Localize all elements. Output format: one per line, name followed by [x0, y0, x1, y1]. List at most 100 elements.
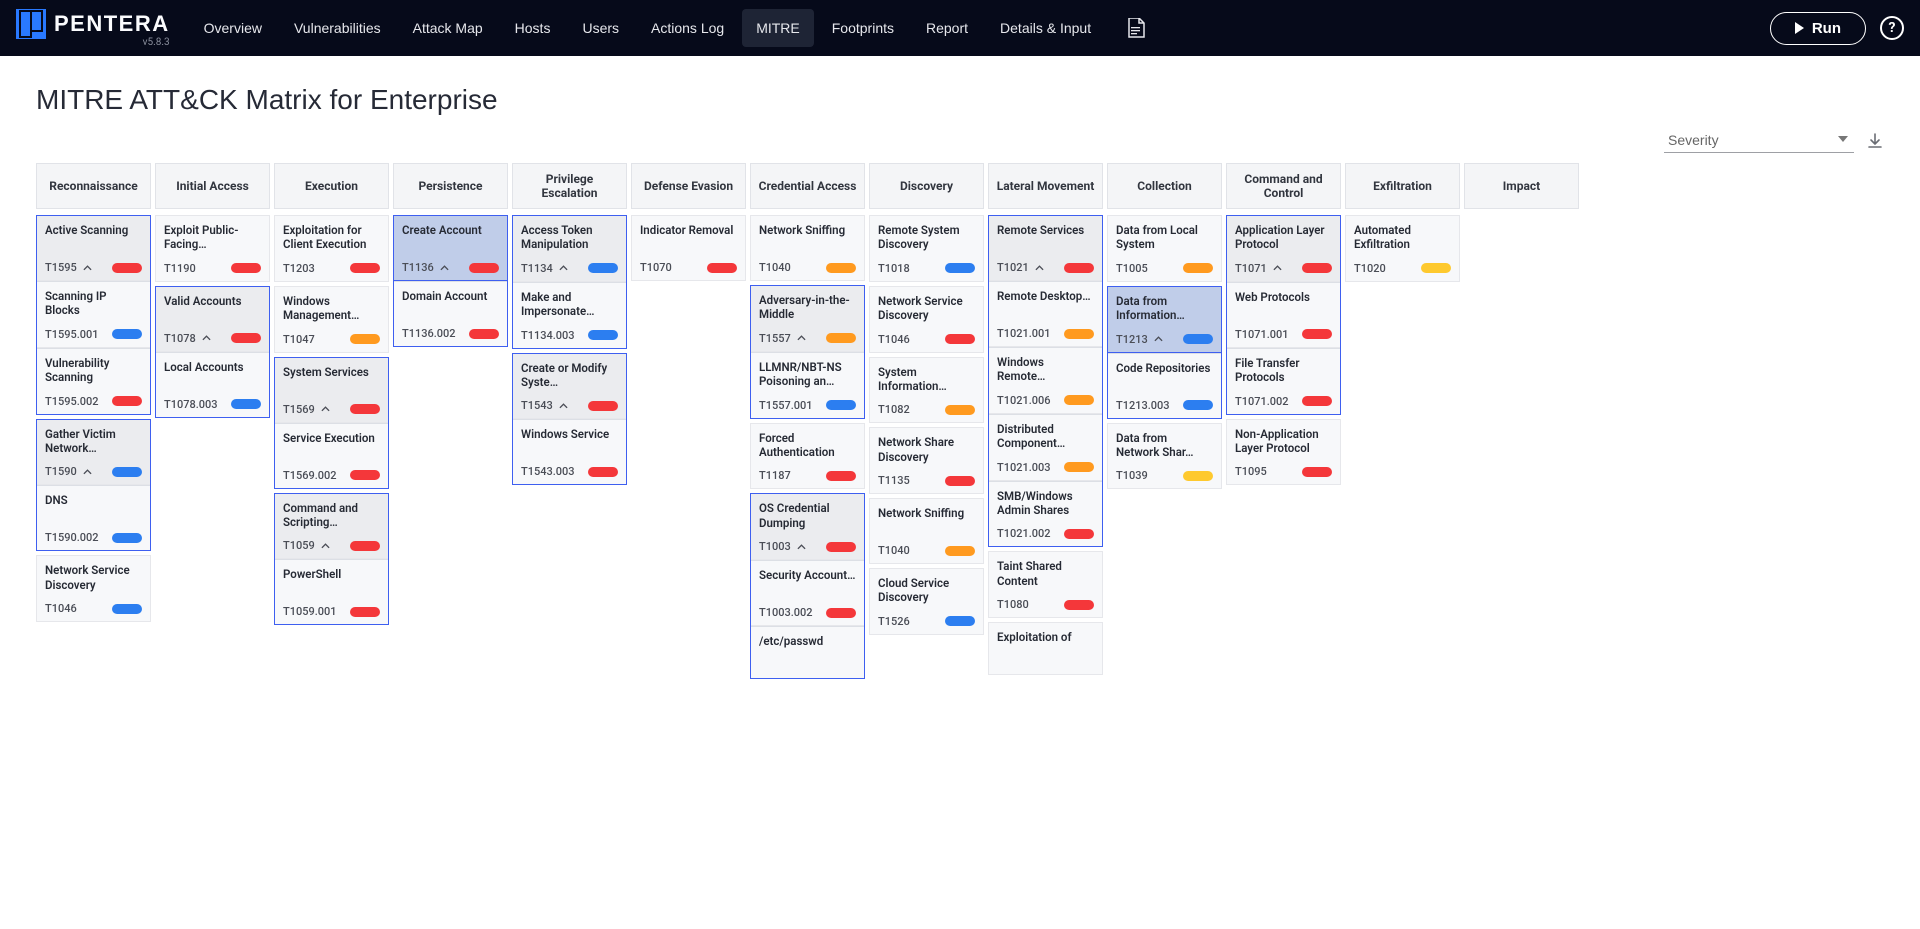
- column-header: Impact: [1464, 163, 1579, 209]
- technique-card[interactable]: Local AccountsT1078.003: [156, 352, 269, 417]
- technique-card[interactable]: Adversary-in-the-MiddleT1557: [751, 286, 864, 352]
- technique-card[interactable]: /etc/passwd: [751, 626, 864, 678]
- technique-title: Create or Modify Syste…: [521, 361, 618, 390]
- technique-card[interactable]: Command and Scripting…T1059: [275, 494, 388, 560]
- technique-card[interactable]: Distributed Component…T1021.003: [989, 414, 1102, 481]
- technique-card[interactable]: Data from Network Shar…T1039: [1107, 423, 1222, 490]
- technique-card[interactable]: Network Share DiscoveryT1135: [869, 427, 984, 494]
- technique-card[interactable]: Active ScanningT1595: [37, 216, 150, 281]
- column-initial-access: Initial AccessExploit Public-Facing…T119…: [155, 163, 270, 679]
- technique-card[interactable]: Data from Information…T1213: [1108, 287, 1221, 353]
- cards: Access Token ManipulationT1134Make and I…: [512, 215, 627, 485]
- download-icon[interactable]: [1866, 132, 1884, 150]
- technique-card[interactable]: Service ExecutionT1569.002: [275, 423, 388, 488]
- technique-card[interactable]: Windows Management…T1047: [274, 286, 389, 353]
- technique-card[interactable]: Automated ExfiltrationT1020: [1345, 215, 1460, 282]
- technique-title: Local Accounts: [164, 360, 261, 388]
- technique-title: Network Sniffing: [878, 506, 975, 534]
- chevron-up-icon[interactable]: [321, 541, 330, 550]
- technique-card[interactable]: LLMNR/NBT-NS Poisoning an…T1557.001: [751, 352, 864, 418]
- technique-card[interactable]: Valid AccountsT1078: [156, 287, 269, 352]
- technique-card[interactable]: Application Layer ProtocolT1071: [1227, 216, 1340, 282]
- technique-card[interactable]: PowerShellT1059.001: [275, 559, 388, 624]
- technique-card[interactable]: Create AccountT1136: [394, 216, 507, 281]
- nav-item-footprints[interactable]: Footprints: [818, 9, 908, 47]
- nav-item-actions-log[interactable]: Actions Log: [637, 9, 738, 47]
- technique-card[interactable]: Forced AuthenticationT1187: [750, 423, 865, 490]
- technique-card[interactable]: Make and Impersonate…T1134.003: [513, 282, 626, 348]
- technique-card[interactable]: Remote Desktop…T1021.001: [989, 281, 1102, 347]
- technique-card[interactable]: Exploitation for Client ExecutionT1203: [274, 215, 389, 282]
- chevron-up-icon[interactable]: [202, 334, 211, 343]
- technique-card[interactable]: Domain AccountT1136.002: [394, 281, 507, 346]
- technique-card[interactable]: Remote System DiscoveryT1018: [869, 215, 984, 282]
- severity-pill: [588, 263, 618, 273]
- column-collection: CollectionData from Local SystemT1005Dat…: [1107, 163, 1222, 679]
- logo[interactable]: PENTERA: [16, 9, 170, 39]
- technique-card[interactable]: System Information…T1082: [869, 357, 984, 424]
- technique-card[interactable]: Data from Local SystemT1005: [1107, 215, 1222, 282]
- technique-card[interactable]: Non-Application Layer ProtocolT1095: [1226, 419, 1341, 486]
- chevron-up-icon[interactable]: [1154, 335, 1163, 344]
- run-button[interactable]: Run: [1770, 12, 1866, 45]
- technique-card[interactable]: Code RepositoriesT1213.003: [1108, 353, 1221, 418]
- technique-card[interactable]: Network Service DiscoveryT1046: [36, 555, 151, 622]
- technique-id: T1213: [1116, 333, 1148, 346]
- technique-id: T1071.001: [1235, 328, 1289, 341]
- chevron-up-icon[interactable]: [321, 405, 330, 414]
- chevron-up-icon[interactable]: [1273, 264, 1282, 273]
- technique-card[interactable]: OS Credential DumpingT1003: [751, 494, 864, 560]
- technique-card[interactable]: System ServicesT1569: [275, 358, 388, 423]
- chevron-up-icon[interactable]: [797, 542, 806, 551]
- chevron-up-icon[interactable]: [83, 263, 92, 272]
- technique-card[interactable]: Windows Remote…T1021.006: [989, 347, 1102, 414]
- nav-item-details-input[interactable]: Details & Input: [986, 9, 1105, 47]
- matrix-scroll[interactable]: ReconnaissanceActive ScanningT1595Scanni…: [36, 163, 1884, 906]
- technique-card[interactable]: Access Token ManipulationT1134: [513, 216, 626, 282]
- technique-id: T1070: [640, 261, 672, 274]
- technique-card[interactable]: Exploit Public-Facing…T1190: [155, 215, 270, 282]
- technique-card[interactable]: Create or Modify Syste…T1543: [513, 354, 626, 420]
- technique-card[interactable]: File Transfer ProtocolsT1071.002: [1227, 348, 1340, 414]
- nav-item-mitre[interactable]: MITRE: [742, 9, 814, 47]
- nav-item-users[interactable]: Users: [568, 9, 633, 47]
- technique-card[interactable]: Cloud Service DiscoveryT1526: [869, 568, 984, 635]
- technique-card[interactable]: SMB/Windows Admin SharesT1021.002: [989, 481, 1102, 547]
- chevron-up-icon[interactable]: [559, 401, 568, 410]
- chevron-up-icon[interactable]: [83, 467, 92, 476]
- severity-pill: [1183, 334, 1213, 344]
- chevron-up-icon[interactable]: [440, 263, 449, 272]
- technique-card[interactable]: Indicator RemovalT1070: [631, 215, 746, 281]
- nav-item-overview[interactable]: Overview: [190, 9, 276, 47]
- card-footer: T1136: [402, 261, 499, 274]
- technique-card[interactable]: Remote ServicesT1021: [989, 216, 1102, 281]
- nav-item-hosts[interactable]: Hosts: [501, 9, 565, 47]
- nav-item-attack-map[interactable]: Attack Map: [399, 9, 497, 47]
- technique-card[interactable]: Exploitation of: [988, 622, 1103, 675]
- chevron-up-icon[interactable]: [559, 264, 568, 273]
- technique-card[interactable]: Network SniffingT1040: [750, 215, 865, 281]
- help-icon[interactable]: ?: [1880, 16, 1904, 40]
- technique-card[interactable]: Network SniffingT1040: [869, 498, 984, 564]
- technique-id: T1590.002: [45, 531, 99, 544]
- technique-card[interactable]: Network Service DiscoveryT1046: [869, 286, 984, 353]
- cards: Active ScanningT1595Scanning IP BlocksT1…: [36, 215, 151, 622]
- technique-id: T1003: [759, 540, 791, 553]
- nav-item-vulnerabilities[interactable]: Vulnerabilities: [280, 9, 395, 47]
- technique-card[interactable]: DNST1590.002: [37, 485, 150, 550]
- technique-title: Valid Accounts: [164, 294, 261, 322]
- severity-pill: [350, 470, 380, 480]
- technique-card[interactable]: Taint Shared ContentT1080: [988, 551, 1103, 618]
- pdf-export-icon[interactable]: [1117, 18, 1155, 38]
- column-header: Lateral Movement: [988, 163, 1103, 209]
- severity-select[interactable]: Severity: [1664, 128, 1854, 153]
- nav-item-report[interactable]: Report: [912, 9, 982, 47]
- technique-card[interactable]: Windows ServiceT1543.003: [513, 419, 626, 484]
- technique-card[interactable]: Vulnerability ScanningT1595.002: [37, 348, 150, 414]
- technique-card[interactable]: Security Account…T1003.002: [751, 560, 864, 626]
- technique-card[interactable]: Gather Victim Network…T1590: [37, 420, 150, 486]
- technique-card[interactable]: Scanning IP BlocksT1595.001: [37, 281, 150, 348]
- chevron-up-icon[interactable]: [1035, 263, 1044, 272]
- chevron-up-icon[interactable]: [797, 334, 806, 343]
- technique-card[interactable]: Web ProtocolsT1071.001: [1227, 282, 1340, 348]
